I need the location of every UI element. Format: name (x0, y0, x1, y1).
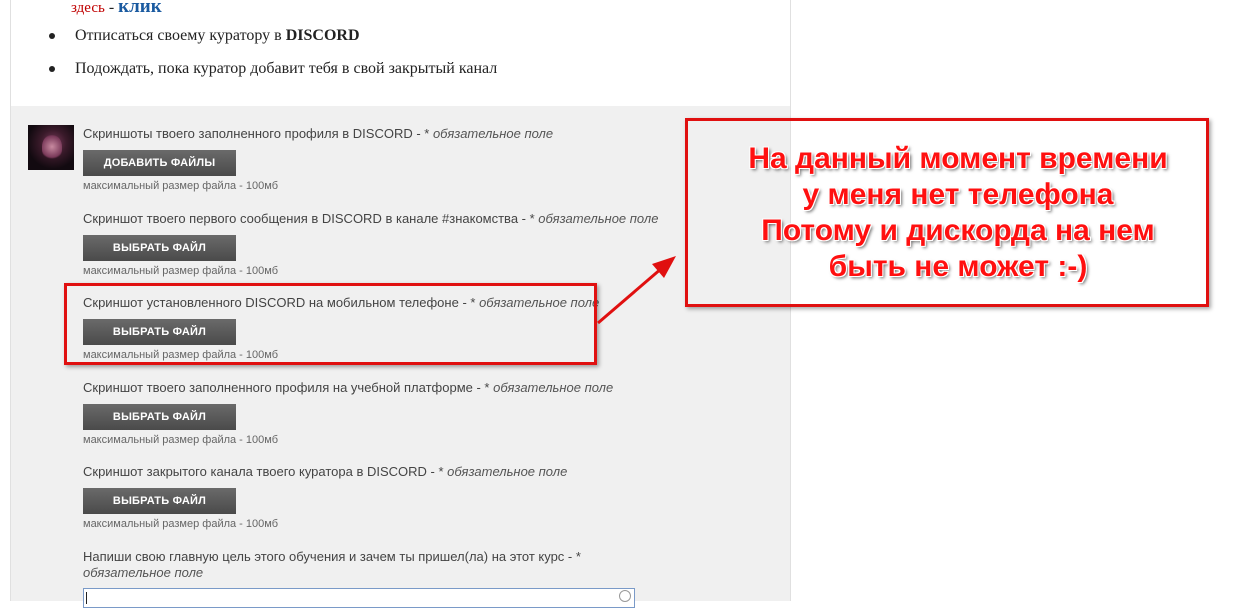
add-files-button[interactable]: ДОБАВИТЬ ФАЙЛЫ (83, 150, 236, 176)
upload-field-curator-channel: Скриншот закрытого канала твоего куратор… (83, 464, 567, 530)
instructions-block: здесь - клик Отписаться своему куратору … (11, 0, 790, 106)
field-label: Скриншот твоего заполненного профиля на … (83, 380, 614, 395)
file-size-hint: максимальный размер файла - 100мб (83, 518, 278, 530)
choose-file-button[interactable]: ВЫБРАТЬ ФАЙЛ (83, 235, 236, 261)
upload-field-first-message: Скриншот твоего первого сообщения в DISC… (83, 211, 658, 277)
instruction-item: Отписаться своему куратору в DISCORD (49, 27, 360, 45)
field-label: Скриншоты твоего заполненного профиля в … (83, 126, 554, 141)
annotation-line: На данный момент времени (748, 142, 1168, 175)
upload-field-platform-profile: Скриншот твоего заполненного профиля на … (83, 380, 613, 446)
link-line: здесь - клик (71, 0, 162, 18)
link-prefix: здесь (71, 0, 105, 16)
annotation-line: Потому и дискорда на нем (761, 214, 1155, 247)
click-link[interactable]: клик (118, 0, 162, 17)
annotation-line: у меня нет телефона (802, 178, 1114, 211)
goal-field: Напиши свою главную цель этого обучения … (83, 549, 583, 581)
choose-file-button[interactable]: ВЫБРАТЬ ФАЙЛ (83, 404, 236, 430)
annotation-line: быть не может :-) (828, 250, 1088, 283)
bullet-dot (49, 66, 55, 72)
highlight-box-mobile-field (64, 283, 597, 365)
text-caret (86, 592, 87, 604)
bullet-dot (49, 33, 55, 39)
upload-field-discord-profile: Скриншоты твоего заполненного профиля в … (83, 126, 553, 192)
field-label: Напиши свою главную цель этого обучения … (83, 549, 581, 580)
file-size-hint: максимальный размер файла - 100мб (83, 265, 278, 277)
goal-textarea-overlay (83, 588, 635, 608)
file-size-hint: максимальный размер файла - 100мб (83, 180, 278, 192)
file-size-hint: максимальный размер файла - 100мб (83, 434, 278, 446)
dash: - (104, 0, 119, 16)
choose-file-button[interactable]: ВЫБРАТЬ ФАЙЛ (83, 488, 236, 514)
annotation-text: На данный момент времени у меня нет теле… (698, 141, 1218, 285)
field-label: Скриншот твоего первого сообщения в DISC… (83, 211, 659, 226)
field-label: Скриншот закрытого канала твоего куратор… (83, 464, 568, 479)
instruction-text: Подождать, пока куратор добавит тебя в с… (75, 60, 498, 77)
instruction-item: Подождать, пока куратор добавит тебя в с… (49, 60, 497, 78)
emoji-icon[interactable] (619, 590, 631, 602)
instruction-text: Отписаться своему куратору в DISCORD (75, 27, 360, 44)
avatar (28, 125, 74, 170)
